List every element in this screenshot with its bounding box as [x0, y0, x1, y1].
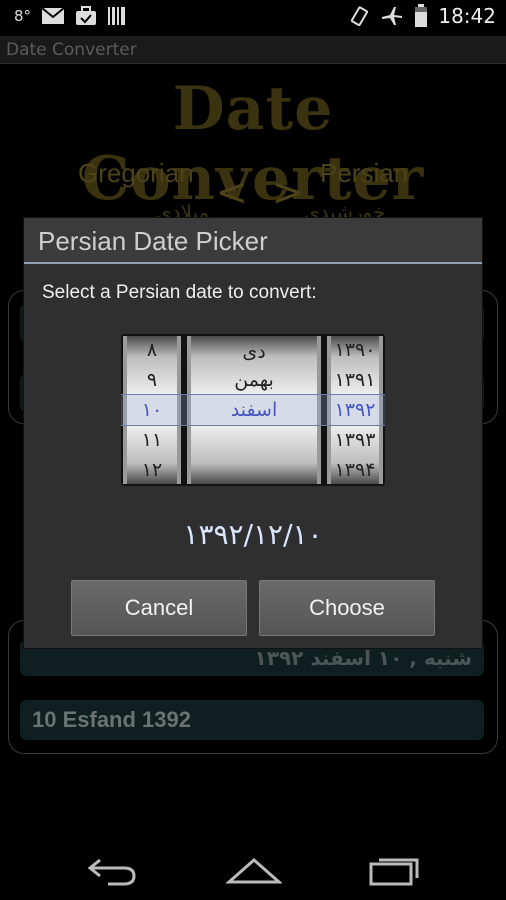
year-wheel[interactable]: ۱۳۹۰ ۱۳۹۱ ۱۳۹۲ ۱۳۹۳ ۱۳۹۴ — [327, 336, 383, 484]
status-bar: 8° 18:42 — [0, 0, 506, 36]
action-bar: Date Converter — [0, 36, 506, 64]
year-item[interactable]: ۱۳۹۴ — [331, 456, 379, 484]
gregorian-label: Gregorian — [78, 158, 194, 188]
year-item-selected[interactable]: ۱۳۹۲ — [331, 396, 379, 424]
month-item[interactable] — [191, 426, 317, 454]
briefcase-check-icon — [75, 6, 97, 26]
day-item[interactable]: ۹ — [127, 366, 177, 394]
year-item[interactable]: ۱۳۹۳ — [331, 426, 379, 454]
year-item[interactable]: ۱۳۹۱ — [331, 366, 379, 394]
dialog-title-bar: Persian Date Picker — [24, 218, 482, 264]
app-title: Date Converter — [6, 40, 137, 60]
english-result-text: 10 Esfand 1392 — [20, 700, 484, 740]
temperature-indicator: 8° — [14, 7, 32, 25]
vibrate-icon — [348, 5, 370, 27]
day-item[interactable]: ۱۱ — [127, 426, 177, 454]
day-wheel[interactable]: ۸ ۹ ۱۰ ۱۱ ۱۲ — [123, 336, 181, 484]
clock: 18:42 — [438, 4, 496, 28]
persian-date-picker-dialog: Persian Date Picker Select a Persian dat… — [24, 218, 482, 648]
month-item-selected[interactable]: اسفند — [191, 396, 317, 424]
barcode-icon — [107, 6, 127, 26]
swap-arrows-icon[interactable]: < > — [216, 170, 310, 214]
dialog-title: Persian Date Picker — [38, 226, 268, 256]
home-icon[interactable] — [225, 854, 283, 892]
month-item[interactable]: بهمن — [191, 366, 317, 394]
navigation-bar — [0, 844, 506, 900]
battery-icon — [414, 4, 428, 28]
month-item[interactable]: دی — [191, 338, 317, 366]
gmail-icon — [41, 7, 65, 25]
dialog-message: Select a Persian date to convert: — [42, 282, 317, 303]
cancel-button[interactable]: Cancel — [71, 580, 247, 636]
date-picker-wheels: ۸ ۹ ۱۰ ۱۱ ۱۲ دی بهمن اسفند ۱۳۹۰ ۱۳۹۱ ۱۳۹… — [121, 334, 385, 486]
recent-apps-icon[interactable] — [368, 854, 422, 892]
month-wheel[interactable]: دی بهمن اسفند — [187, 336, 321, 484]
selected-date-display: ۱۳۹۲/۱۲/۱۰ — [183, 518, 323, 551]
choose-button[interactable]: Choose — [259, 580, 435, 636]
airplane-mode-icon — [380, 4, 404, 28]
back-icon[interactable] — [86, 854, 138, 892]
day-item-selected[interactable]: ۱۰ — [127, 396, 177, 424]
persian-label: Persian — [320, 158, 409, 188]
year-item[interactable]: ۱۳۹۰ — [331, 336, 379, 364]
day-item[interactable]: ۸ — [127, 336, 177, 364]
day-item[interactable]: ۱۲ — [127, 456, 177, 484]
